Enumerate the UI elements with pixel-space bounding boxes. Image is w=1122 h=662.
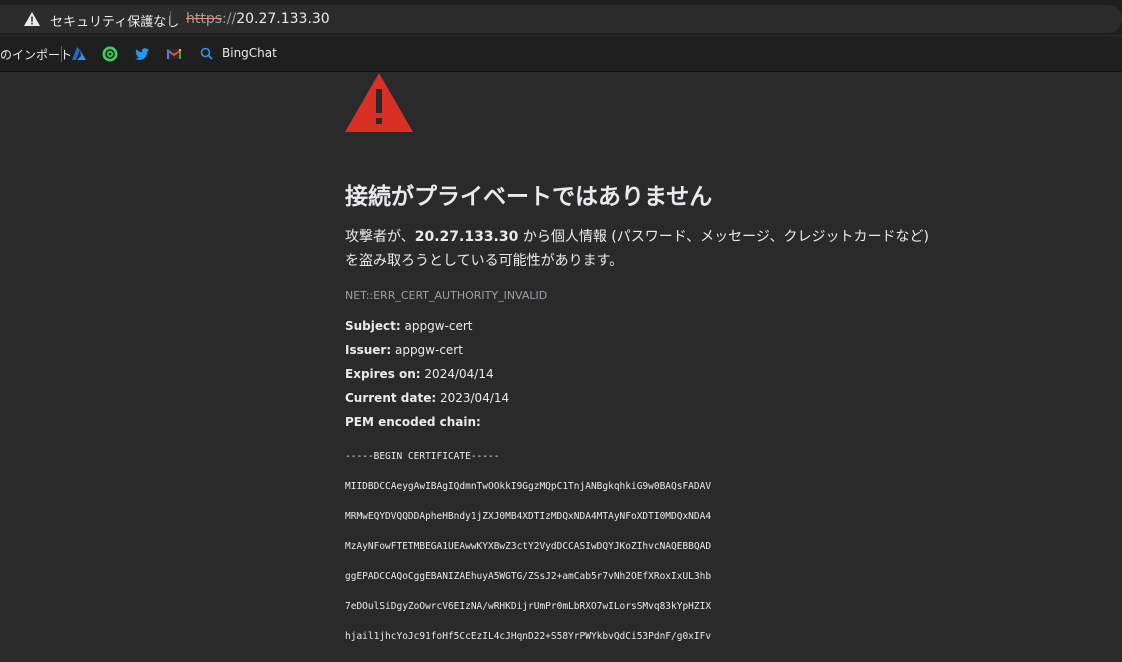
cert-expires: Expires on: 2024/04/14: [345, 367, 494, 381]
cert-expires-value: 2024/04/14: [420, 367, 494, 381]
bookmarks-divider: [61, 46, 62, 62]
url-separator: ://: [222, 11, 237, 27]
omnibox[interactable]: セキュリティ保護なし https://20.27.133.30: [0, 5, 1122, 33]
cert-subject-label: Subject:: [345, 319, 401, 333]
security-status-label[interactable]: セキュリティ保護なし: [50, 11, 179, 30]
cert-subject-value: appgw-cert: [400, 319, 473, 333]
cert-expires-label: Expires on:: [345, 367, 421, 381]
url-scheme: https: [186, 11, 223, 27]
cert-issuer: Issuer: appgw-cert: [345, 343, 463, 357]
explanation-host: 20.27.133.30: [414, 229, 519, 245]
pem-label: PEM encoded chain:: [345, 415, 481, 429]
pem-line: -----BEGIN CERTIFICATE-----: [345, 451, 500, 462]
pem-line: MIIDBDCCAeygAwIBAgIQdmnTwOOkkI9GgzMQpC1T…: [345, 481, 712, 492]
error-code[interactable]: NET::ERR_CERT_AUTHORITY_INVALID: [345, 289, 547, 302]
cert-issuer-label: Issuer:: [345, 343, 392, 357]
url-text[interactable]: https://20.27.133.30: [186, 11, 330, 27]
cert-current-value: 2023/04/14: [436, 391, 510, 405]
pem-line: MzAyNFowFTETMBEGA1UEAwwKYXBwZ3ctY2VydDCC…: [345, 541, 712, 552]
cert-current-date: Current date: 2023/04/14: [345, 391, 509, 405]
pem-chain-label: PEM encoded chain:: [345, 415, 481, 429]
warning-icon: [345, 73, 413, 132]
search-icon[interactable]: [199, 46, 215, 62]
omnibox-divider: [170, 11, 171, 27]
pem-line: 7eDOulSiDgyZoOwrcV6EIzNA/wRHKDijrUmPr0mL…: [345, 601, 712, 612]
pem-line: ggEPADCCAQoCggEBANIZAEhuyA5WGTG/ZSsJ2+am…: [345, 571, 712, 582]
interstitial-page: 接続がプライベートではありません 攻撃者が、20.27.133.30 から個人情…: [0, 73, 1122, 642]
bookmark-bingchat[interactable]: BingChat: [222, 46, 277, 60]
page-title: 接続がプライベートではありません: [345, 184, 713, 210]
gmail-icon[interactable]: [166, 46, 182, 62]
pem-chain: -----BEGIN CERTIFICATE----- MIIDBDCCAeyg…: [345, 432, 765, 662]
address-bar: セキュリティ保護なし https://20.27.133.30: [0, 0, 1122, 36]
pem-line: hjail1jhcYoJc91foHf5CcEzIL4cJHqnD22+S58Y…: [345, 631, 712, 642]
twitter-icon[interactable]: [134, 46, 150, 62]
cert-issuer-value: appgw-cert: [391, 343, 463, 357]
explanation-text: 攻撃者が、20.27.133.30 から個人情報 (パスワード、メッセージ、クレ…: [345, 225, 945, 273]
cert-subject: Subject: appgw-cert: [345, 319, 472, 333]
url-host: 20.27.133.30: [236, 11, 330, 27]
pem-line: MRMwEQYDVQQDDApheHBndy1jZXJ0MB4XDTIzMDQx…: [345, 511, 712, 522]
chatgpt-icon[interactable]: [102, 46, 118, 62]
azure-icon[interactable]: [71, 46, 87, 62]
cert-current-label: Current date:: [345, 391, 437, 405]
explanation-prefix: 攻撃者が、: [345, 229, 415, 245]
bookmarks-bar: のインポート BingChat: [0, 36, 1122, 72]
warning-icon[interactable]: [24, 12, 40, 26]
